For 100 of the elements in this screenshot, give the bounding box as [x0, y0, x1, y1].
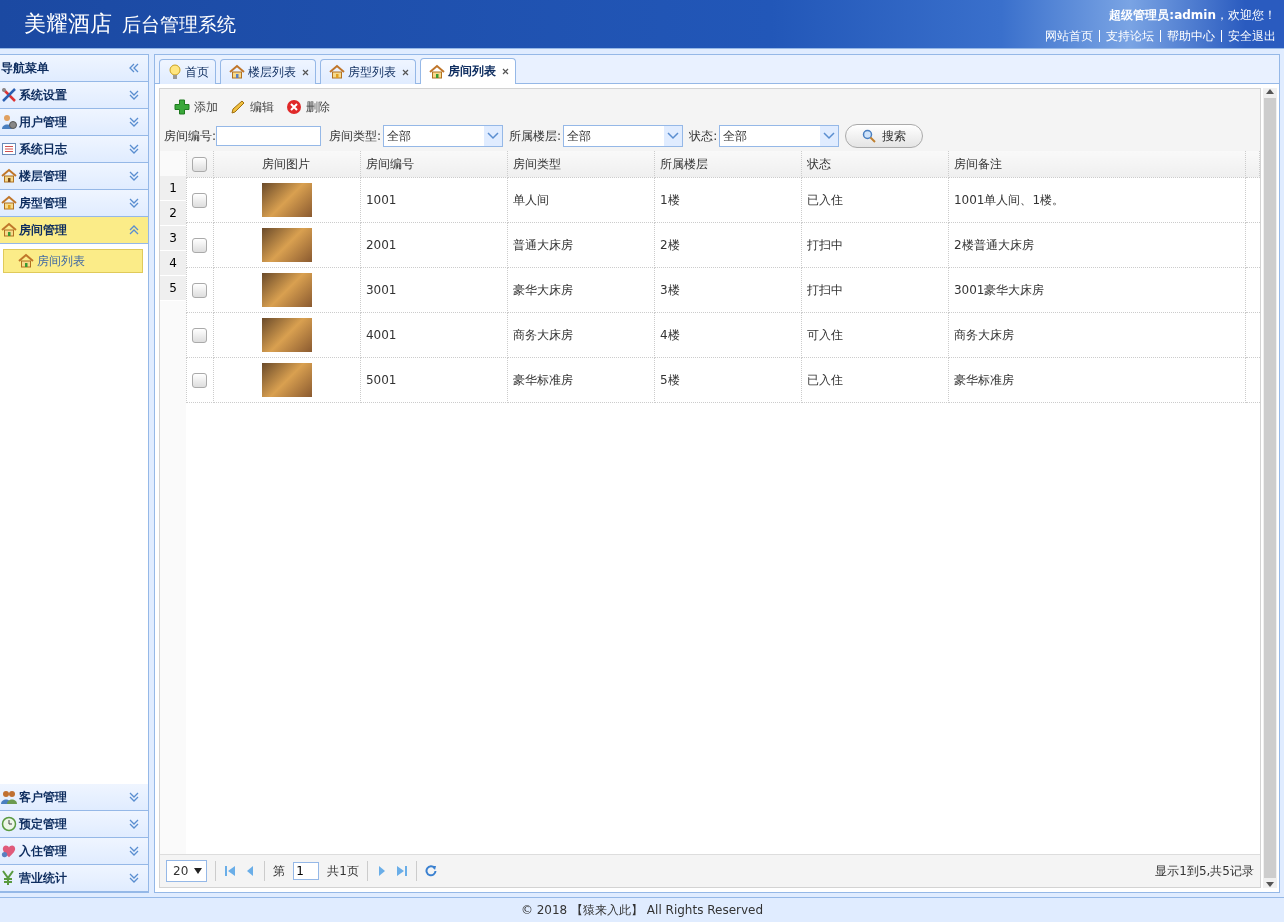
tab[interactable]: 首页	[159, 59, 216, 84]
yen-icon	[1, 870, 15, 886]
photo-placeholder	[261, 228, 312, 262]
header-link[interactable]: 帮助中心	[1160, 29, 1221, 42]
scroll-down-icon[interactable]	[1266, 880, 1274, 888]
collapse-icon[interactable]	[128, 224, 140, 236]
filter-select[interactable]: 全部	[719, 125, 840, 147]
filter-select[interactable]: 全部	[563, 125, 684, 147]
menu-group[interactable]: 预定管理	[0, 811, 148, 838]
app-title: 美耀酒店	[24, 11, 112, 36]
tab[interactable]: 房型列表	[320, 59, 416, 84]
table-cell: 豪华标准房	[507, 357, 655, 403]
page-number-field[interactable]: 1	[293, 862, 320, 880]
edit-button[interactable]: 编辑	[228, 96, 280, 118]
page-total: 共1页	[327, 862, 359, 880]
close-icon[interactable]	[302, 68, 309, 76]
heart-icon	[1, 843, 17, 859]
table-cell: 商务大床房	[507, 312, 655, 358]
room-number-field[interactable]	[216, 126, 322, 146]
clock-icon	[1, 816, 17, 832]
row-number: 1	[160, 176, 186, 201]
scrollbar[interactable]	[1263, 88, 1277, 888]
expand-icon[interactable]	[128, 845, 140, 857]
caret-icon[interactable]	[194, 868, 203, 874]
table-cell: 已入住	[801, 357, 949, 403]
log-icon	[1, 141, 17, 157]
table-cell: 1001单人间、1楼。	[948, 177, 1246, 223]
menu-group[interactable]: 系统日志	[0, 136, 148, 163]
refresh-icon[interactable]	[424, 865, 437, 877]
checkbox[interactable]	[192, 282, 208, 298]
row-number: 3	[160, 226, 186, 251]
header-link[interactable]: 安全退出	[1221, 29, 1276, 42]
expand-icon[interactable]	[128, 791, 140, 803]
table-cell: 1楼	[654, 177, 802, 223]
photo-placeholder	[261, 273, 312, 307]
menu-group[interactable]: 房型管理	[0, 190, 148, 217]
table-cell: 可入住	[801, 312, 949, 358]
house-icon	[429, 63, 445, 80]
menu-group[interactable]: 楼层管理	[0, 163, 148, 190]
table-cell: 3001豪华大床房	[948, 267, 1246, 313]
checkbox[interactable]	[192, 327, 208, 343]
expand-icon[interactable]	[128, 197, 140, 209]
filter-select[interactable]: 全部	[383, 125, 504, 147]
search-button[interactable]: 搜索	[845, 124, 924, 148]
expand-icon[interactable]	[128, 116, 140, 128]
table-cell: 5001	[360, 357, 508, 403]
checkbox[interactable]	[192, 192, 208, 208]
close-icon[interactable]	[502, 68, 509, 75]
header-link[interactable]: 网站首页	[1039, 29, 1099, 42]
table-cell: 打扫中	[801, 267, 949, 313]
table-cell: 2楼	[654, 222, 802, 268]
tab[interactable]: 楼层列表	[220, 59, 316, 84]
checkbox[interactable]	[192, 237, 208, 253]
menu-group[interactable]: 系统设置	[0, 82, 148, 109]
expand-icon[interactable]	[128, 872, 140, 884]
expand-icon[interactable]	[128, 170, 140, 182]
photo-placeholder	[261, 363, 312, 397]
record-summary: 显示1到5,共5记录	[1155, 862, 1254, 880]
expand-icon[interactable]	[128, 818, 140, 830]
delete-button[interactable]: 删除	[284, 96, 336, 118]
column-header: 房间图片	[213, 151, 361, 178]
welcome-text: 超级管理员:admin，欢迎您！	[1109, 6, 1276, 24]
photo-placeholder	[261, 318, 312, 352]
last-page-icon[interactable]	[395, 865, 408, 877]
column-header: 房间类型	[507, 151, 655, 178]
table-cell: 4楼	[654, 312, 802, 358]
checkbox[interactable]	[192, 156, 208, 172]
users-icon	[1, 114, 17, 130]
expand-icon[interactable]	[128, 143, 140, 155]
first-page-icon[interactable]	[224, 865, 237, 877]
tab[interactable]: 房间列表	[420, 58, 516, 84]
row-number: 2	[160, 201, 186, 226]
add-button[interactable]: 添加	[172, 96, 224, 118]
table-cell: 已入住	[801, 177, 949, 223]
collapse-icon[interactable]	[128, 62, 140, 74]
table-cell: 豪华标准房	[948, 357, 1246, 403]
table-cell: 2楼普通大床房	[948, 222, 1246, 268]
filter-label: 状态:	[689, 127, 718, 145]
filter-label: 房间编号:	[164, 127, 217, 145]
menu-group[interactable]: 入住管理	[0, 838, 148, 865]
expand-icon[interactable]	[128, 89, 140, 101]
table-cell: 单人间	[507, 177, 655, 223]
menu-group[interactable]: 用户管理	[0, 109, 148, 136]
menu-group[interactable]: 房间管理	[0, 217, 148, 244]
menu-group[interactable]: 客户管理	[0, 784, 148, 811]
nav-title: 导航菜单	[0, 59, 50, 77]
pencil-icon	[230, 99, 246, 115]
scroll-up-icon[interactable]	[1266, 88, 1274, 96]
column-header: 房间备注	[948, 151, 1246, 178]
app-subtitle: 后台管理系统	[122, 13, 236, 35]
house-icon	[1, 222, 17, 238]
table-cell: 2001	[360, 222, 508, 268]
checkbox[interactable]	[192, 372, 208, 388]
page-size-select[interactable]: 20	[166, 860, 208, 882]
row-number: 5	[160, 276, 186, 301]
menu-item[interactable]: 房间列表	[3, 249, 143, 273]
column-header: 所属楼层	[654, 151, 802, 178]
menu-group[interactable]: 营业统计	[0, 865, 148, 892]
close-icon[interactable]	[402, 68, 409, 76]
house-icon	[1, 168, 17, 184]
